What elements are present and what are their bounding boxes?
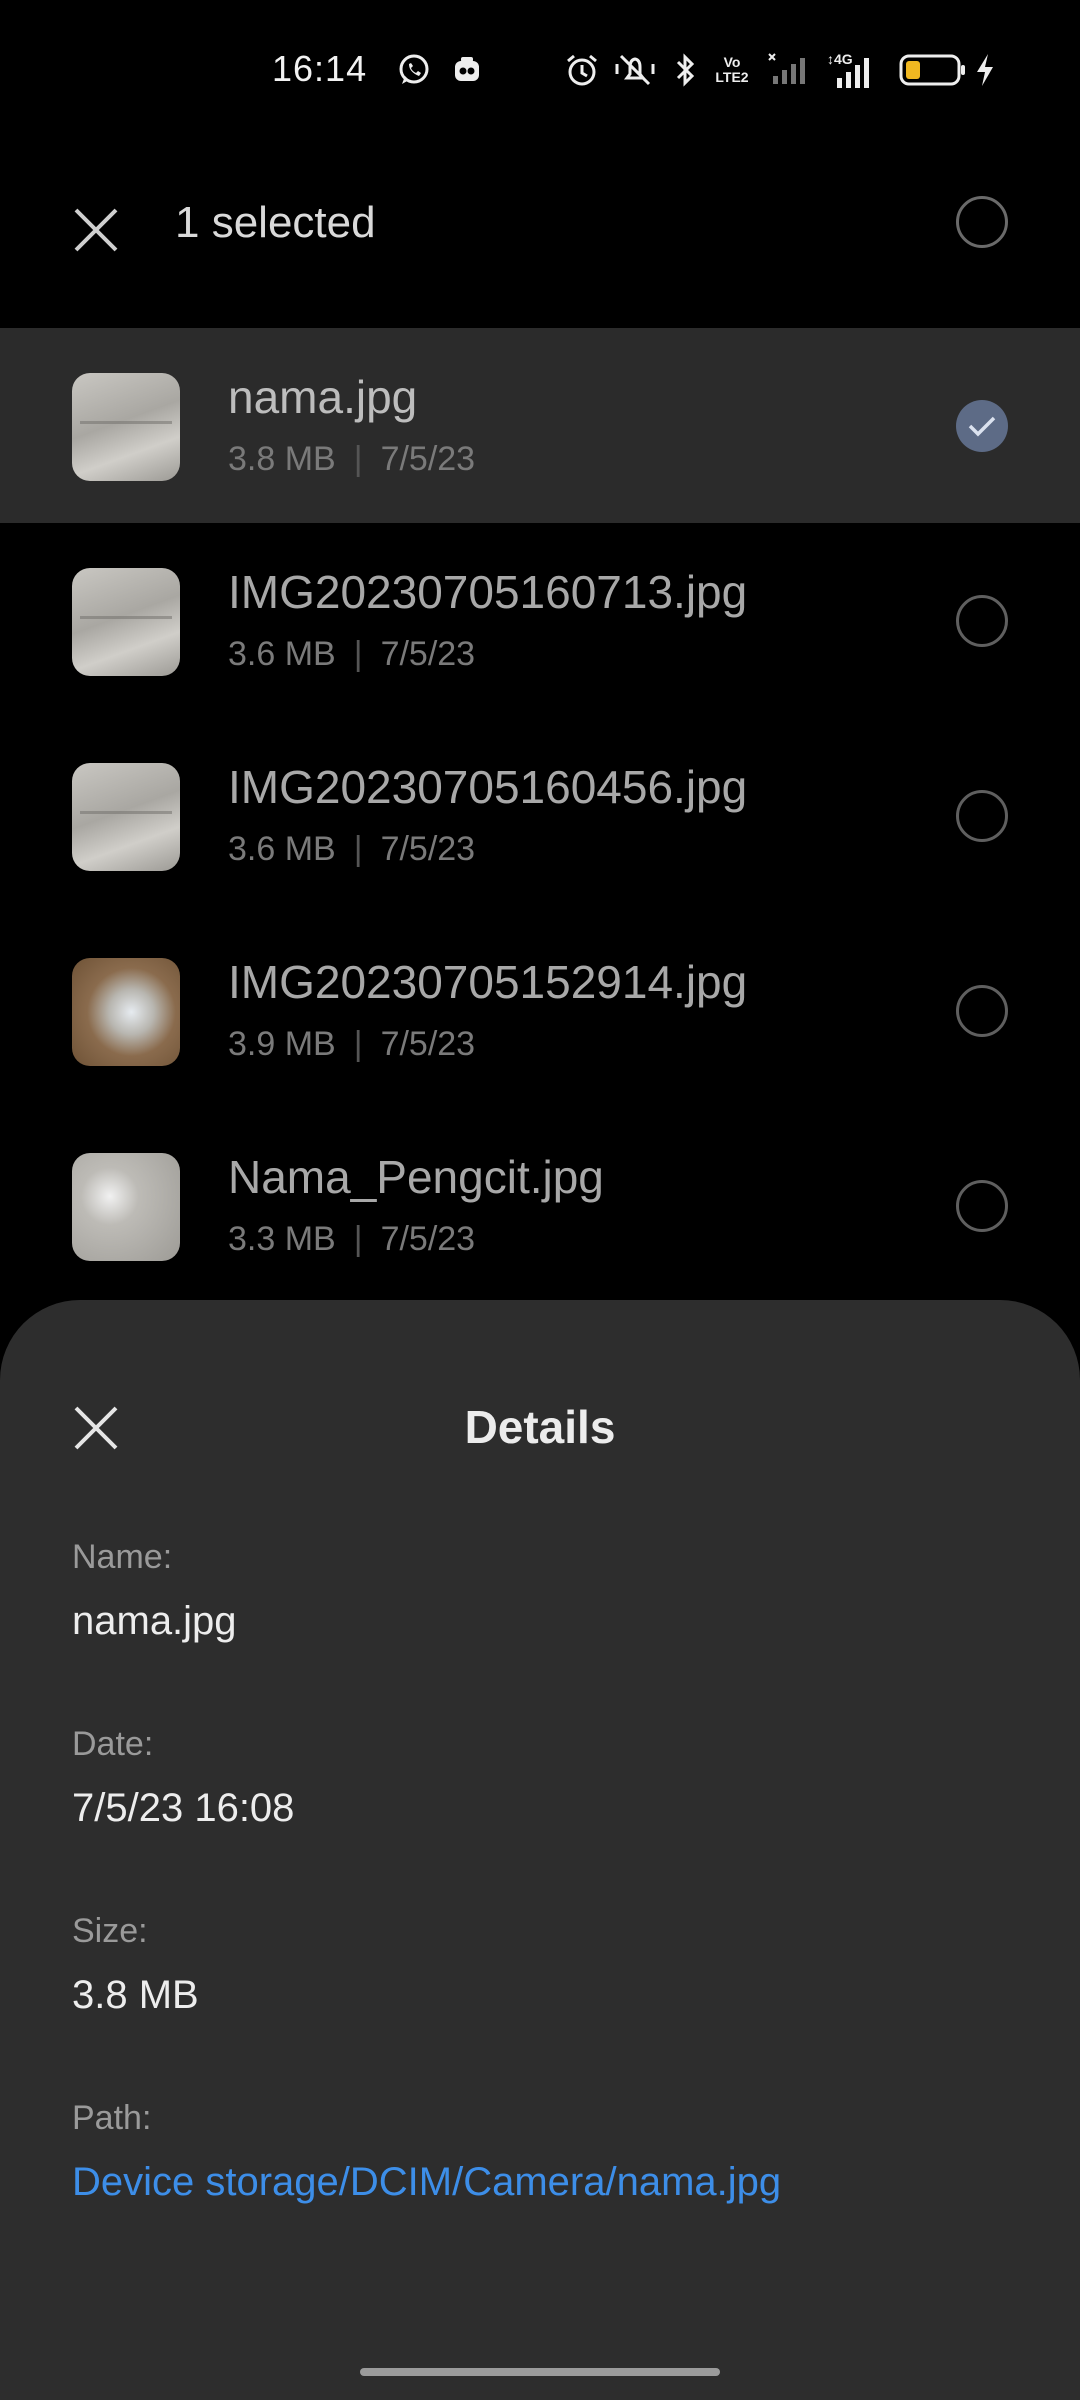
whatsapp-icon xyxy=(394,50,434,90)
file-size: 3.3 MB xyxy=(228,1220,336,1258)
row-checkbox[interactable] xyxy=(956,790,1008,842)
file-row[interactable]: Nama_Pengcit.jpg 3.3 MB | 7/5/23 xyxy=(0,1108,1080,1303)
file-date: 7/5/23 xyxy=(380,830,476,868)
status-bar: 16:14 Vo LTE2 ↕4G xyxy=(0,0,1080,140)
file-date: 7/5/23 xyxy=(380,440,476,478)
checkmark-icon xyxy=(968,416,996,437)
size-label: Size: xyxy=(72,1912,148,1950)
file-thumbnail xyxy=(72,568,180,676)
signal-icon xyxy=(766,50,812,90)
file-thumbnail xyxy=(72,958,180,1066)
selection-header: 1 selected xyxy=(0,140,1080,310)
file-thumbnail xyxy=(72,373,180,481)
file-thumbnail xyxy=(72,763,180,871)
volte-icon: Vo LTE2 xyxy=(715,54,749,85)
date-value: 7/5/23 16:08 xyxy=(72,1786,295,1830)
close-selection-button[interactable] xyxy=(64,198,128,262)
selection-count-title: 1 selected xyxy=(175,198,376,247)
4g-signal-icon: ↕4G xyxy=(822,50,882,90)
charging-icon xyxy=(972,50,998,90)
file-meta: 3.3 MB | 7/5/23 xyxy=(228,1220,476,1258)
file-name: IMG20230705160456.jpg xyxy=(228,761,748,813)
details-title: Details xyxy=(464,1401,616,1453)
size-value: 3.8 MB xyxy=(72,1973,199,2017)
bluetooth-icon xyxy=(672,50,700,90)
file-meta: 3.8 MB | 7/5/23 xyxy=(228,440,476,478)
alarm-icon xyxy=(562,50,602,90)
file-name: IMG20230705152914.jpg xyxy=(228,956,748,1008)
size-field: Size: 3.8 MB xyxy=(72,1912,199,2018)
file-row[interactable]: IMG20230705160456.jpg 3.6 MB | 7/5/23 xyxy=(0,718,1080,913)
file-date: 7/5/23 xyxy=(380,1025,476,1063)
status-time: 16:14 xyxy=(272,48,368,89)
file-list: nama.jpg 3.8 MB | 7/5/23 IMG20230705160713… xyxy=(0,328,1080,1303)
details-sheet: Details Name: nama.jpg Date: 7/5/23 16:0… xyxy=(0,1300,1080,2400)
row-checkbox[interactable] xyxy=(956,400,1008,452)
file-meta: 3.6 MB | 7/5/23 xyxy=(228,830,476,868)
file-thumbnail xyxy=(72,1153,180,1261)
file-size: 3.6 MB xyxy=(228,830,336,868)
name-field: Name: nama.jpg xyxy=(72,1538,237,1644)
file-size: 3.6 MB xyxy=(228,635,336,673)
file-size: 3.9 MB xyxy=(228,1025,336,1063)
file-row[interactable]: IMG20230705152914.jpg 3.9 MB | 7/5/23 xyxy=(0,913,1080,1108)
row-checkbox[interactable] xyxy=(956,595,1008,647)
file-name: IMG20230705160713.jpg xyxy=(228,566,748,618)
file-name: nama.jpg xyxy=(228,371,418,423)
file-name: Nama_Pengcit.jpg xyxy=(228,1151,604,1203)
home-indicator[interactable] xyxy=(360,2368,720,2376)
file-row[interactable]: IMG20230705160713.jpg 3.6 MB | 7/5/23 xyxy=(0,523,1080,718)
mute-vibrate-icon xyxy=(612,50,658,90)
file-date: 7/5/23 xyxy=(380,1220,476,1258)
name-value: nama.jpg xyxy=(72,1599,237,1643)
file-date: 7/5/23 xyxy=(380,635,476,673)
date-label: Date: xyxy=(72,1725,154,1763)
path-link[interactable]: Device storage/DCIM/Camera/nama.jpg xyxy=(72,2160,781,2205)
camera-app-icon xyxy=(450,50,484,90)
row-checkbox[interactable] xyxy=(956,1180,1008,1232)
path-label: Path: xyxy=(72,2099,152,2137)
file-size: 3.8 MB xyxy=(228,440,336,478)
file-meta: 3.9 MB | 7/5/23 xyxy=(228,1025,476,1063)
file-meta: 3.6 MB | 7/5/23 xyxy=(228,635,476,673)
select-all-checkbox[interactable] xyxy=(956,196,1008,248)
date-field: Date: 7/5/23 16:08 xyxy=(72,1725,294,1831)
file-row[interactable]: nama.jpg 3.8 MB | 7/5/23 xyxy=(0,328,1080,523)
path-field: Path: Device storage/DCIM/Camera/nama.jp… xyxy=(72,2099,781,2205)
row-checkbox[interactable] xyxy=(956,985,1008,1037)
svg-text:↕4G: ↕4G xyxy=(827,51,853,67)
close-icon xyxy=(74,208,118,252)
name-label: Name: xyxy=(72,1538,173,1576)
battery-icon xyxy=(898,50,968,90)
